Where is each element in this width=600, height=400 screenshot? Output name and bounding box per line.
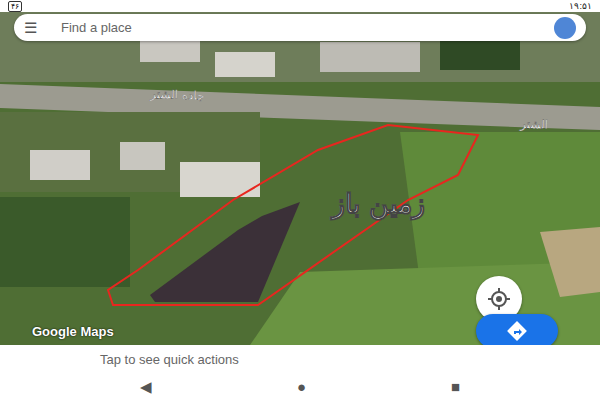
watermark: زمین باز bbox=[332, 184, 425, 225]
back-button[interactable]: ◀ bbox=[140, 376, 152, 399]
directions-icon bbox=[507, 321, 527, 341]
attribution: Google Maps bbox=[32, 322, 114, 342]
quick-actions-hint: Tap to see quick actions bbox=[100, 350, 239, 370]
bottom-sheet[interactable]: Tap to see quick actions bbox=[0, 345, 600, 375]
battery: ۴۶ bbox=[8, 1, 22, 12]
home-button[interactable]: ● bbox=[297, 376, 306, 399]
account-avatar[interactable] bbox=[554, 17, 576, 39]
menu-icon[interactable]: ☰ bbox=[24, 20, 37, 35]
recents-button[interactable]: ■ bbox=[451, 376, 460, 399]
status-bar: ۴۶ ۱۹:۵۱ bbox=[0, 0, 600, 12]
search-input[interactable] bbox=[45, 17, 546, 39]
map[interactable]: جاده الشتر الشتر ☰ زمین باز Google Maps bbox=[0, 12, 600, 345]
search-bar[interactable]: ☰ bbox=[14, 14, 586, 41]
navigation-bar: ◀ ● ■ bbox=[0, 375, 600, 400]
road-label: جاده الشتر bbox=[149, 87, 205, 104]
directions-button[interactable] bbox=[476, 314, 558, 345]
road-label: الشتر bbox=[519, 117, 548, 133]
clock: ۱۹:۵۱ bbox=[569, 0, 592, 12]
crosshair-icon bbox=[487, 287, 511, 311]
